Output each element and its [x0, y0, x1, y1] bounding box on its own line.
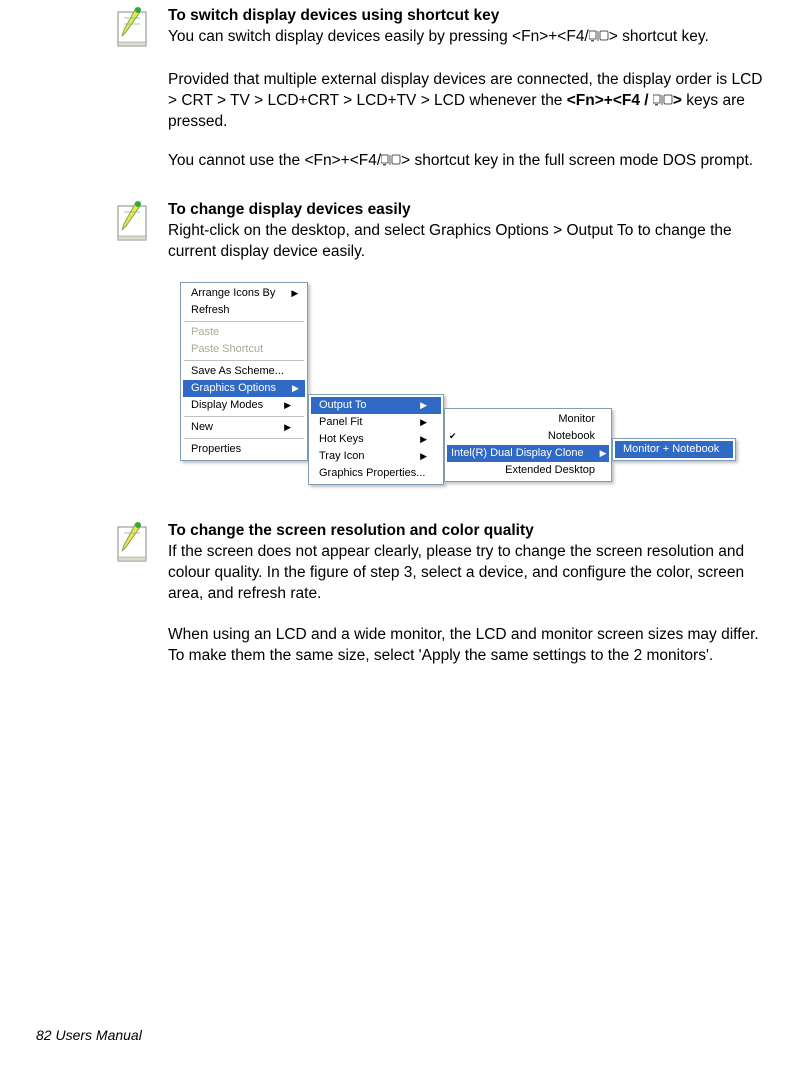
section1-p3: You cannot use the <Fn>+<F4/> shortcut k… [168, 151, 766, 172]
menu-item-monitor-notebook[interactable]: Monitor + Notebook [615, 441, 733, 458]
menu-item[interactable]: ✔Notebook [447, 428, 609, 445]
display-switch-icon [381, 154, 401, 166]
menu-item[interactable]: Panel Fit [311, 414, 441, 431]
menu-item[interactable]: Hot Keys [311, 431, 441, 448]
section1-p1: You can switch display devices easily by… [168, 27, 766, 48]
display-switch-icon [589, 30, 609, 42]
menu-item-output-to[interactable]: Output To [311, 397, 441, 414]
menu-item[interactable]: Monitor [447, 411, 609, 428]
desktop-context-menu: Arrange Icons By Refresh Paste Paste Sho… [180, 282, 308, 461]
note-icon [112, 200, 156, 244]
output-to-submenu: Monitor ✔Notebook Intel(R) Dual Display … [444, 408, 612, 482]
menu-item[interactable]: Graphics Properties... [311, 465, 441, 482]
menu-item: Paste [183, 324, 305, 341]
section3-title: To change the screen resolution and colo… [168, 522, 534, 539]
menu-item[interactable]: Save As Scheme... [183, 363, 305, 380]
menu-item[interactable]: Arrange Icons By [183, 285, 305, 302]
section1-p2: Provided that multiple external display … [168, 70, 766, 133]
menu-item[interactable]: Extended Desktop [447, 462, 609, 479]
note-icon [112, 521, 156, 565]
graphics-options-submenu: Output To Panel Fit Hot Keys Tray Icon G… [308, 394, 444, 485]
menu-item: Paste Shortcut [183, 341, 305, 358]
section3-p1: If the screen does not appear clearly, p… [168, 542, 766, 605]
section3-p2: When using an LCD and a wide monitor, th… [168, 625, 766, 667]
clone-submenu: Monitor + Notebook [612, 438, 736, 461]
menu-item[interactable]: Display Modes [183, 397, 305, 414]
menu-item[interactable]: Refresh [183, 302, 305, 319]
menu-item[interactable]: New [183, 419, 305, 436]
context-menu-figure: Arrange Icons By Refresh Paste Paste Sho… [180, 282, 766, 485]
menu-item-dual-display-clone[interactable]: Intel(R) Dual Display Clone [447, 445, 609, 462]
menu-item-graphics-options[interactable]: Graphics Options [183, 380, 305, 397]
note-icon [112, 6, 156, 50]
display-switch-icon [653, 94, 673, 106]
menu-item[interactable]: Tray Icon [311, 448, 441, 465]
menu-item[interactable]: Properties [183, 441, 305, 458]
section2-p1: Right-click on the desktop, and select G… [168, 221, 766, 263]
page-footer: 82 Users Manual [36, 1026, 142, 1045]
section1-title: To switch display devices using shortcut… [168, 7, 499, 24]
section2-title: To change display devices easily [168, 201, 411, 218]
